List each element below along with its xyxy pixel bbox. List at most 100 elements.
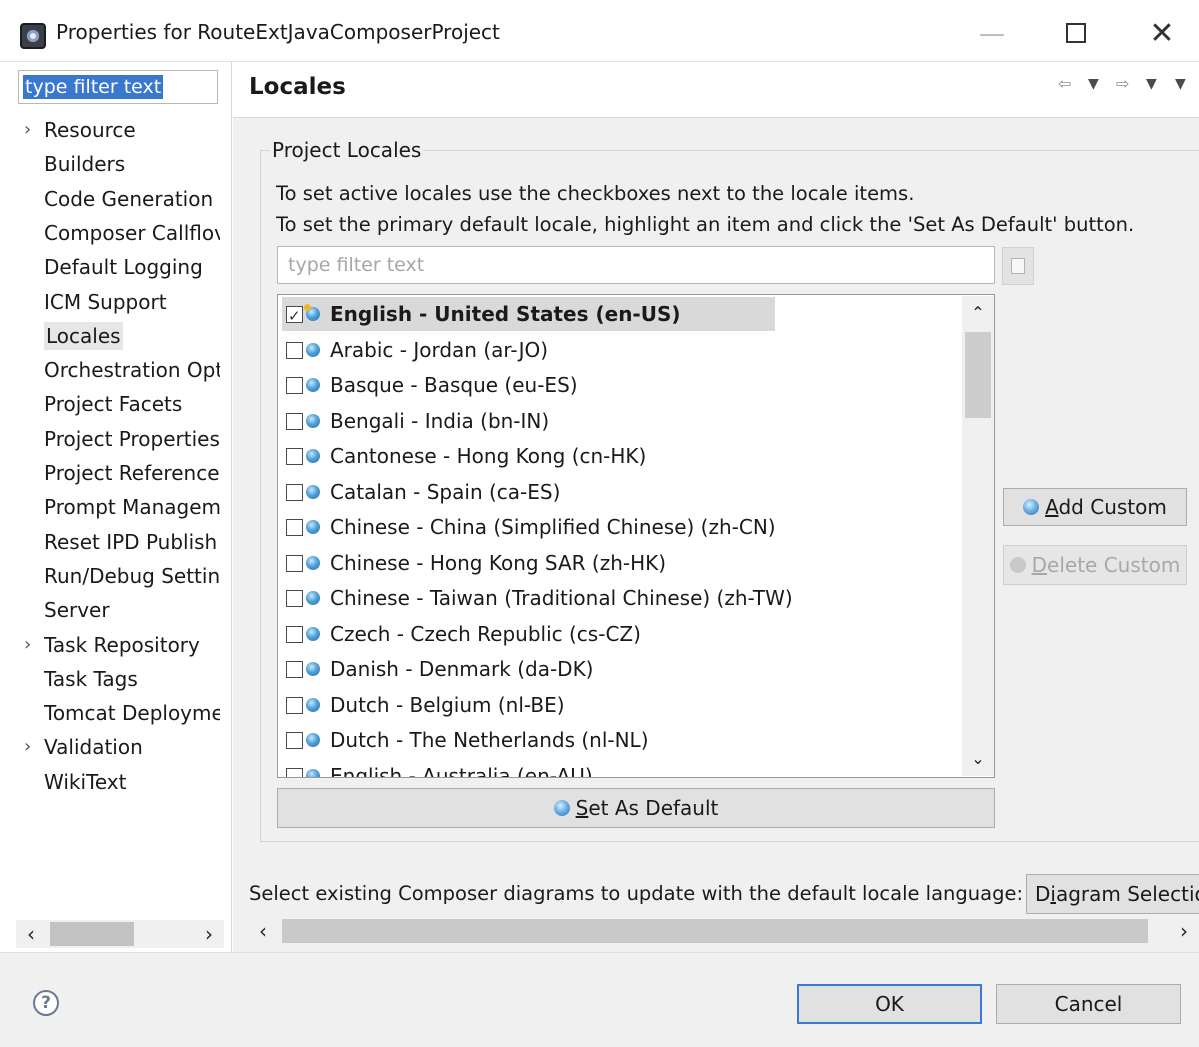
cancel-button[interactable]: Cancel [996,984,1181,1024]
scroll-left-icon[interactable]: ‹ [248,916,278,946]
expand-chevron-icon[interactable]: › [24,731,38,763]
locale-filter-input[interactable]: type filter text [277,246,995,284]
globe-icon [306,591,320,605]
page-header [233,62,1199,118]
nav-item[interactable]: Project Facets [44,388,220,420]
set-as-default-button[interactable]: Set As Default [277,788,995,828]
locale-checkbox[interactable] [286,519,303,536]
delete-locale-icon [1009,556,1026,573]
globe-icon [306,627,320,641]
forward-menu-chevron-icon[interactable]: ▼ [1146,76,1157,92]
instruction-default: To set the primary default locale, highl… [276,213,1135,236]
nav-item[interactable]: Resource [44,114,220,146]
locale-label: Bengali - India (bn-IN) [330,409,550,433]
expand-chevron-icon[interactable]: › [24,629,38,661]
page-title: Locales [249,74,346,100]
maximize-button[interactable] [1056,14,1096,54]
scroll-thumb[interactable] [50,922,134,946]
default-locale-icon [304,304,320,321]
page-horizontal-scrollbar[interactable]: ‹ › [248,916,1199,946]
locale-checkbox[interactable] [286,732,303,749]
locale-list-item[interactable]: English - United States (en-US) [282,297,775,333]
locale-checkbox[interactable] [286,342,303,359]
locale-label: English - United States (en-US) [330,302,681,326]
nav-filter-text: type filter text [23,75,164,99]
scroll-right-icon[interactable]: › [1169,916,1199,946]
globe-icon [306,556,320,570]
nav-item[interactable]: Task Repository [44,629,220,661]
nav-item[interactable]: Run/Debug Settin [44,560,220,592]
nav-filter-input[interactable]: type filter text [18,70,218,104]
add-locale-icon [1023,498,1040,515]
locale-label: Cantonese - Hong Kong (cn-HK) [330,444,647,468]
view-menu-icon[interactable]: ▼ [1175,76,1186,92]
globe-icon [306,449,320,463]
scroll-thumb[interactable] [965,332,991,418]
ok-button[interactable]: OK [797,984,982,1024]
nav-item[interactable]: Project Properties [44,423,220,455]
nav-item[interactable]: Prompt Managem [44,491,220,523]
locale-checkbox[interactable] [286,413,303,430]
scroll-up-icon[interactable]: ⌃ [962,298,994,328]
globe-icon [306,378,320,392]
locale-label: Danish - Denmark (da-DK) [330,657,594,681]
locale-checkbox[interactable] [286,661,303,678]
locale-checkbox[interactable] [286,555,303,572]
back-menu-chevron-icon[interactable]: ▼ [1088,76,1099,92]
globe-icon [306,698,320,712]
app-icon [20,23,46,49]
locale-checkbox[interactable] [286,590,303,607]
scroll-left-icon[interactable]: ‹ [16,920,46,948]
diagram-selection-button[interactable]: Diagram Selectio [1026,874,1199,914]
forward-arrow-icon[interactable]: ⇨ [1116,74,1129,93]
locale-label: Chinese - China (Simplified Chinese) (zh… [330,515,776,539]
help-icon[interactable]: ? [33,990,59,1016]
minimize-button[interactable]: — [972,14,1012,54]
locale-label: English - Australia (en-AU) [330,764,593,778]
locale-checkbox[interactable] [286,626,303,643]
locale-checkbox[interactable] [286,299,303,333]
nav-item[interactable]: Validation [44,731,220,763]
locale-label: Chinese - Hong Kong SAR (zh-HK) [330,551,667,575]
nav-item[interactable]: Task Tags [44,663,220,695]
diagram-selection-label: Select existing Composer diagrams to upd… [249,882,1024,905]
nav-item[interactable]: Locales [44,320,220,352]
instruction-checkboxes: To set active locales use the checkboxes… [276,182,915,205]
nav-item[interactable]: ICM Support [44,286,220,318]
nav-item[interactable]: Builders [44,148,220,180]
locale-label: Chinese - Taiwan (Traditional Chinese) (… [330,586,793,610]
expand-chevron-icon[interactable]: › [24,114,38,146]
nav-item[interactable]: Tomcat Deployme [44,697,220,729]
maximize-icon [1066,22,1086,43]
nav-item[interactable]: Default Logging [44,251,220,283]
nav-item[interactable]: Reset IPD Publish [44,526,220,558]
scroll-thumb[interactable] [282,919,1148,943]
locale-checkbox[interactable] [286,697,303,714]
scroll-down-icon[interactable]: ⌄ [962,744,994,774]
scroll-right-icon[interactable]: › [194,920,224,948]
delete-custom-button[interactable]: Delete Custom [1003,545,1187,585]
nav-horizontal-scrollbar[interactable]: ‹ › [16,920,224,948]
nav-item[interactable]: WikiText [44,766,220,798]
nav-item[interactable]: Code Generation I [44,183,220,215]
nav-item[interactable]: Composer Callflov [44,217,220,249]
add-custom-button[interactable]: Add Custom [1003,488,1187,526]
locale-checkbox[interactable] [286,377,303,394]
close-button[interactable]: ✕ [1142,14,1182,54]
globe-icon [306,769,320,777]
back-arrow-icon[interactable]: ⇦ [1058,74,1071,93]
nav-item[interactable]: Project References [44,457,220,489]
locale-checkbox[interactable] [286,768,303,777]
clear-filter-button[interactable] [1002,247,1034,285]
globe-icon [306,343,320,357]
locale-label: Basque - Basque (eu-ES) [330,373,578,397]
locale-list-scrollbar[interactable]: ⌃ ⌄ [962,296,994,776]
nav-item[interactable]: Orchestration Opt [44,354,220,386]
locale-list[interactable]: English - United States (en-US) Arabic - … [277,294,995,778]
locale-checkbox[interactable] [286,484,303,501]
nav-item[interactable]: Server [44,594,220,626]
group-label: Project Locales [270,138,424,162]
locale-label: Catalan - Spain (ca-ES) [330,480,561,504]
locale-label: Czech - Czech Republic (cs-CZ) [330,622,641,646]
locale-checkbox[interactable] [286,448,303,465]
